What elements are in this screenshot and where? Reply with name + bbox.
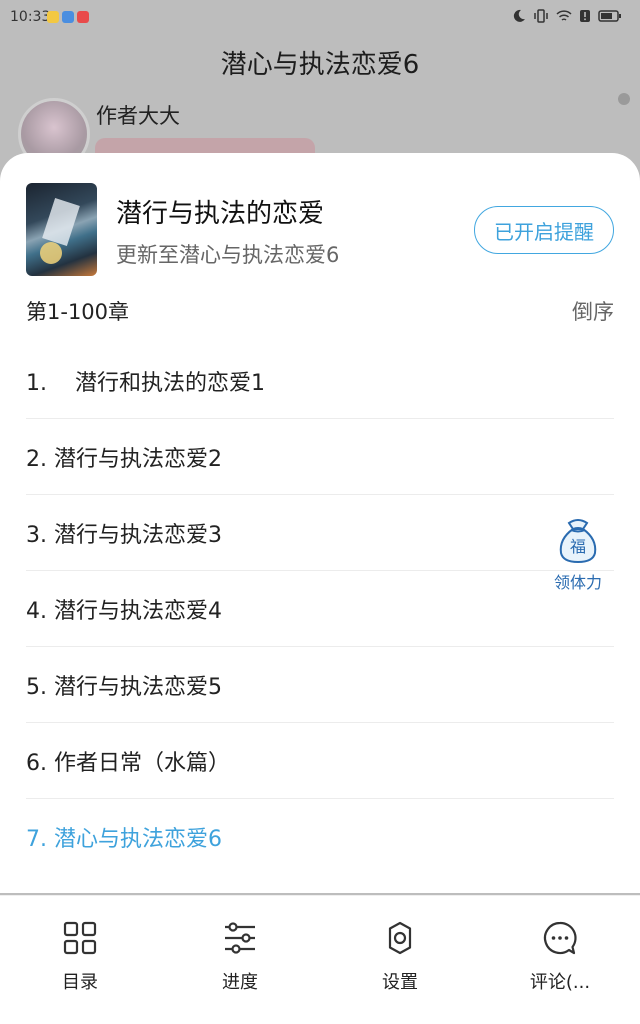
lucky-bag-icon: 福 [559, 519, 597, 564]
nav-catalog[interactable]: 目录 [0, 896, 160, 1024]
reader-chapter-title: 潜心与执法恋爱6 [220, 50, 420, 80]
moon-icon [513, 9, 525, 22]
book-update-status: 更新至潜心与执法恋爱6 [116, 243, 340, 267]
nav-comments-label: 评论(... [529, 972, 591, 993]
chapter-item[interactable]: 6. 作者日常（水篇） [26, 723, 614, 799]
update-reminder-button[interactable]: 已开启提醒 [474, 206, 614, 254]
bottom-toolbar: 目录 进度 设置 评论(... [0, 895, 640, 1024]
chapter-item[interactable]: 2. 潜行与执法恋爱2 [26, 419, 614, 495]
nav-settings[interactable]: 设置 [320, 896, 480, 1024]
claim-stamina-button[interactable]: 福 领体力 [548, 515, 608, 593]
nav-comments[interactable]: 评论(... [480, 896, 640, 1024]
book-title[interactable]: 潜行与执法的恋爱 [116, 193, 324, 230]
chapter-item[interactable]: 3. 潜行与执法恋爱3 [26, 495, 614, 571]
catalog-sheet: 潜行与执法的恋爱 更新至潜心与执法恋爱6 已开启提醒 第1-100章 倒序 1.… [0, 153, 640, 893]
nav-progress[interactable]: 进度 [160, 896, 320, 1024]
status-bar: 10:33 [0, 0, 640, 36]
author-name: 作者大大 [96, 104, 180, 128]
nav-progress-label: 进度 [222, 972, 258, 993]
claim-stamina-label: 领体力 [553, 573, 602, 592]
sliders-icon [225, 922, 255, 954]
status-indicators [512, 9, 622, 23]
app-notify-icon-1 [47, 11, 59, 23]
chapter-item[interactable]: 1. 潜行和执法的恋爱1 [26, 343, 614, 419]
grid-icon [63, 921, 97, 955]
app-notify-icon-2 [62, 11, 74, 23]
reverse-order-button[interactable]: 倒序 [572, 296, 614, 326]
cover-art-figure [42, 198, 80, 246]
battery-icon [598, 10, 621, 22]
scroll-indicator [618, 93, 630, 105]
nav-settings-label: 设置 [382, 972, 418, 993]
chapter-range-selector[interactable]: 第1-100章 [26, 296, 129, 326]
wifi-icon [556, 10, 572, 21]
chapter-item[interactable]: 5. 潜行与执法恋爱5 [26, 647, 614, 723]
nav-catalog-label: 目录 [62, 972, 98, 993]
lucky-bag-char: 福 [570, 537, 586, 556]
gear-icon [388, 921, 412, 955]
comment-icon [543, 921, 577, 955]
book-cover[interactable] [26, 183, 97, 276]
chapter-item-current[interactable]: 7. 潜心与执法恋爱6 [26, 799, 614, 875]
chapter-list: 1. 潜行和执法的恋爱1 2. 潜行与执法恋爱2 3. 潜行与执法恋爱3 4. … [26, 343, 614, 875]
vibrate-icon [534, 9, 548, 23]
app-notify-icon-3 [77, 11, 89, 23]
status-app-icons [47, 11, 89, 23]
status-time: 10:33 [10, 9, 51, 25]
cover-art-glow [40, 242, 62, 264]
alert-icon [580, 10, 590, 22]
chapter-item[interactable]: 4. 潜行与执法恋爱4 [26, 571, 614, 647]
